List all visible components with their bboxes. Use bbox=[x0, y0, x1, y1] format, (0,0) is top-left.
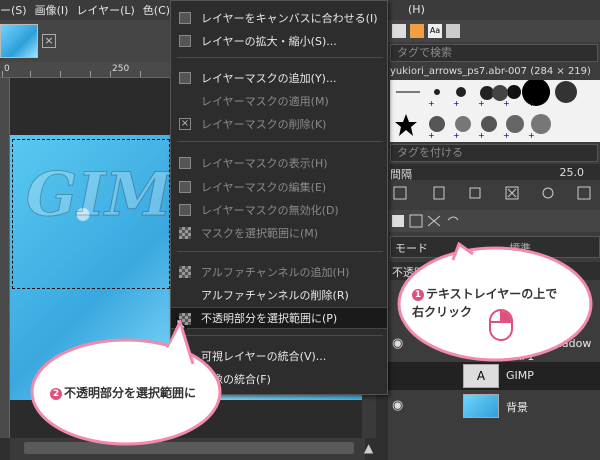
step-number-badge: 2 bbox=[50, 387, 62, 400]
menu-help[interactable]: (H) bbox=[408, 3, 425, 16]
image-menubar: ー(S) 画像(I) レイヤー(L) 色(C) bbox=[0, 0, 170, 20]
menu-item-add-alpha-channel: アルファチャンネルの追加(H) bbox=[171, 261, 387, 283]
svg-text:+: + bbox=[528, 131, 535, 140]
close-tab-icon[interactable]: × bbox=[42, 34, 56, 48]
menu-item-apply-layer-mask: レイヤーマスクの適用(M) bbox=[171, 90, 387, 112]
menu-select[interactable]: ー(S) bbox=[0, 2, 27, 18]
selection-marquee bbox=[12, 139, 170, 289]
menu-item-label: レイヤーマスクの追加(Y)... bbox=[201, 72, 337, 85]
brush-tab-icon[interactable] bbox=[392, 24, 406, 38]
resize-icon bbox=[179, 12, 191, 24]
layer-name: 背景 bbox=[506, 401, 528, 414]
brush-toolbar-icons[interactable] bbox=[388, 182, 600, 204]
scale-icon bbox=[179, 35, 191, 47]
menu-image[interactable]: 画像(I) bbox=[35, 2, 69, 18]
eye-icon[interactable]: ◉ bbox=[392, 398, 412, 413]
tag-search-input[interactable]: タグで検索 bbox=[390, 44, 598, 62]
callout-step-2: 2 不透明部分を選択範囲に bbox=[50, 384, 210, 401]
brush-name: yukiori_arrows_ps7.abr-007 (284 × 219) bbox=[390, 66, 591, 77]
svg-text:+: + bbox=[453, 131, 460, 140]
svg-text:+: + bbox=[503, 131, 510, 140]
menu-item-label: レイヤーマスクの編集(E) bbox=[201, 181, 327, 194]
svg-text:+: + bbox=[453, 99, 460, 108]
menu-item-label: レイヤーマスクの表示(H) bbox=[201, 157, 328, 170]
svg-text:+: + bbox=[503, 99, 510, 108]
delete-icon: × bbox=[179, 118, 191, 130]
menu-item-mask-to-selection: マスクを選択範囲に(M) bbox=[171, 222, 387, 244]
brush-grid[interactable]: + + + + + + + + + + bbox=[390, 78, 600, 142]
menu-item-label: レイヤーをキャンバスに合わせる(I) bbox=[201, 12, 378, 25]
menu-item-show-layer-mask: レイヤーマスクの表示(H) bbox=[171, 152, 387, 174]
dock-menubar: (H) bbox=[388, 0, 600, 20]
callout-1-line2: 右クリック bbox=[412, 305, 473, 319]
mask-selection-icon bbox=[179, 227, 191, 239]
menu-item-scale-layer[interactable]: レイヤーの拡大・縮小(S)... bbox=[171, 30, 387, 52]
menu-item-disable-layer-mask: レイヤーマスクの無効化(D) bbox=[171, 199, 387, 221]
step-number-badge: 1 bbox=[412, 288, 424, 301]
menu-item-label: レイヤーの拡大・縮小(S)... bbox=[201, 35, 337, 48]
spacing-slider[interactable]: 間隔 25.0 bbox=[390, 164, 600, 181]
font-tab-icon[interactable]: Aa bbox=[428, 24, 442, 38]
menu-item-label: レイヤーマスクの削除(K) bbox=[201, 118, 327, 131]
menu-color[interactable]: 色(C) bbox=[143, 2, 170, 18]
navigate-icon[interactable]: ▲ bbox=[364, 442, 378, 456]
checkbox-icon bbox=[179, 204, 191, 216]
menu-item-label: レイヤーマスクの適用(M) bbox=[201, 95, 329, 108]
svg-text:+: + bbox=[478, 131, 485, 140]
horizontal-ruler: 0 250 bbox=[0, 62, 170, 78]
document-tab-icon[interactable] bbox=[446, 24, 460, 38]
checkbox-icon bbox=[179, 181, 191, 193]
spacing-label: 間隔 bbox=[390, 168, 412, 181]
svg-text:+: + bbox=[528, 99, 535, 108]
menu-item-add-layer-mask[interactable]: レイヤーマスクの追加(Y)... bbox=[171, 67, 387, 89]
image-tab-thumbnail[interactable] bbox=[0, 24, 38, 58]
mouse-right-click-icon bbox=[489, 309, 513, 341]
svg-text:+: + bbox=[428, 99, 435, 108]
menu-item-edit-layer-mask: レイヤーマスクの編集(E) bbox=[171, 176, 387, 198]
pattern-tab-icon[interactable] bbox=[410, 24, 424, 38]
svg-text:+: + bbox=[428, 131, 435, 140]
callout-1-line1: テキストレイヤーの上で bbox=[426, 287, 558, 301]
layer-dock-tabs bbox=[388, 210, 600, 232]
layer-row[interactable]: ◉ 背景 bbox=[388, 392, 600, 420]
layer-thumbnail bbox=[463, 394, 499, 418]
ruler-tick-label: 250 bbox=[112, 64, 130, 74]
vertical-ruler bbox=[0, 78, 10, 438]
layer-dock-tab-icons[interactable] bbox=[388, 210, 600, 232]
menu-item-label: アルファチャンネルの追加(H) bbox=[201, 266, 350, 279]
ruler-tick-label: 0 bbox=[4, 64, 10, 74]
menu-item-layer-to-image-size[interactable]: レイヤーをキャンバスに合わせる(I) bbox=[171, 7, 387, 29]
menu-item-delete-layer-mask: × レイヤーマスクの削除(K) bbox=[171, 113, 387, 135]
svg-text:+: + bbox=[478, 99, 485, 108]
menu-layer[interactable]: レイヤー(L) bbox=[76, 2, 134, 18]
mask-icon bbox=[179, 72, 191, 84]
menu-item-remove-alpha-channel[interactable]: アルファチャンネルの削除(R) bbox=[171, 284, 387, 306]
brush-previews: + + + + + + + + + + bbox=[395, 78, 577, 140]
menu-item-label: マスクを選択範囲に(M) bbox=[201, 227, 319, 240]
tag-add-input[interactable]: タグを付ける bbox=[390, 144, 598, 162]
menu-item-label: アルファチャンネルの削除(R) bbox=[201, 289, 349, 302]
spacing-value: 25.0 bbox=[559, 166, 585, 179]
checkbox-icon bbox=[179, 157, 191, 169]
alpha-icon bbox=[179, 266, 191, 278]
brush-toolbar bbox=[388, 182, 600, 204]
callout-2-text: 不透明部分を選択範囲に bbox=[64, 386, 197, 400]
menu-item-label: レイヤーマスクの無効化(D) bbox=[201, 204, 339, 217]
